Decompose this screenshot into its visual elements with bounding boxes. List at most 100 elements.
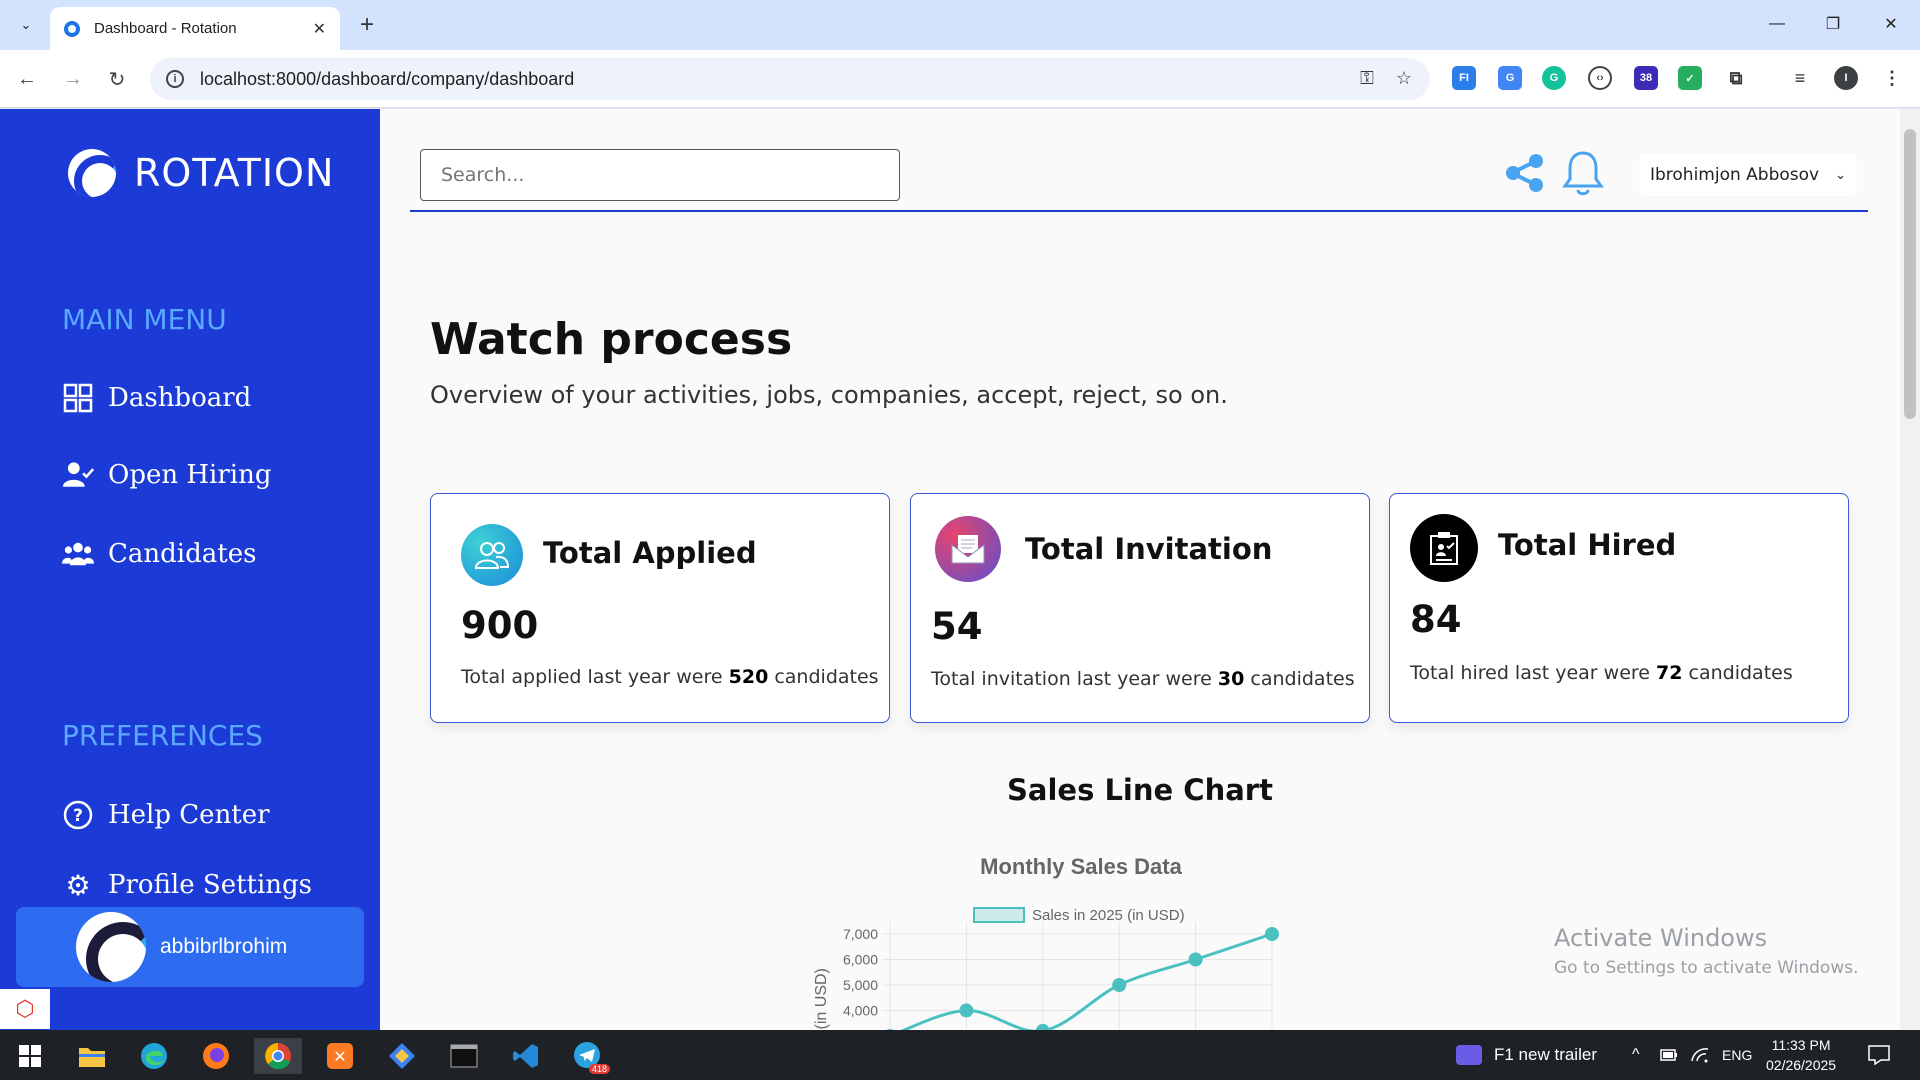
card-note-suffix: candidates (774, 666, 879, 688)
grammarly-icon[interactable]: G (1542, 66, 1566, 90)
edge-icon[interactable] (130, 1038, 178, 1074)
browser-toolbar: ← → ↻ i localhost:8000/dashboard/company… (0, 50, 1920, 108)
sidebar-item-profile-settings[interactable]: ⚙ Profile Settings (62, 868, 313, 902)
wifi-icon[interactable] (1690, 1030, 1710, 1080)
sidebar-item-candidates[interactable]: Candidates (62, 538, 256, 570)
clock[interactable]: 11:33 PM 02/26/2025 (1766, 1030, 1836, 1080)
data-point (1188, 952, 1203, 967)
card-value: 900 (461, 604, 539, 647)
show-hidden-icons[interactable]: ^ (1632, 1030, 1640, 1080)
extension-badge-icon[interactable]: 38 (1634, 66, 1658, 90)
bell-icon[interactable] (1562, 149, 1604, 202)
tab-title: Dashboard - Rotation (94, 20, 237, 37)
search-input[interactable] (420, 149, 900, 201)
language-indicator[interactable]: ENG (1722, 1030, 1752, 1080)
media-control-icon[interactable]: ≡ (1788, 66, 1812, 90)
page-title: Watch process (430, 314, 793, 365)
address-bar[interactable]: i localhost:8000/dashboard/company/dashb… (150, 58, 1430, 100)
sidebar-user-card[interactable]: abbibrlbrohim (16, 907, 364, 987)
key-icon[interactable]: ⚿ (1360, 68, 1374, 89)
data-point (1265, 927, 1279, 941)
sales-line-chart: Monthly Sales Data Sales in 2025 (in USD)… (813, 854, 1279, 1030)
series-line (900, 932, 1273, 1030)
brand-logo[interactable]: ROTATION (68, 149, 334, 197)
mail-icon (935, 516, 1001, 582)
card-value: 54 (931, 605, 983, 648)
close-icon[interactable]: ✕ (313, 19, 326, 39)
user-dropdown[interactable]: Ibrohimjon Abbosov ⌄ (1639, 154, 1857, 196)
battery-icon[interactable] (1660, 1030, 1678, 1080)
code-extension-icon[interactable]: ‹› (1588, 66, 1612, 90)
vscode-icon[interactable] (502, 1038, 550, 1074)
translate-icon[interactable]: G (1498, 66, 1522, 90)
profile-avatar-icon[interactable]: I (1834, 66, 1858, 90)
page-scrollbar[interactable] (1900, 109, 1920, 1030)
card-title: Total Hired (1498, 528, 1677, 562)
forward-icon[interactable]: → (56, 62, 90, 96)
notification-icon[interactable] (1868, 1030, 1890, 1080)
page-subtitle: Overview of your activities, jobs, compa… (430, 381, 1228, 409)
chrome-icon[interactable] (254, 1038, 302, 1074)
help-circle-icon: ? (62, 799, 94, 831)
terminal-icon[interactable] (440, 1038, 488, 1074)
card-note: Total hired last year were 72 candidates (1410, 662, 1793, 684)
kebab-menu-icon[interactable]: ⋮ (1880, 66, 1904, 90)
y-tick-label: 6,000 (843, 952, 878, 968)
close-window-icon[interactable]: ✕ (1866, 8, 1916, 40)
rotation-logo-icon (68, 149, 116, 197)
firefox-icon[interactable] (192, 1038, 240, 1074)
legend-swatch (973, 907, 1025, 923)
media-text: F1 new trailer (1494, 1045, 1597, 1064)
media-widget[interactable]: F1 new trailer (1456, 1030, 1597, 1080)
preferences-title: PREFERENCES (62, 719, 263, 752)
watermark-line-2: Go to Settings to activate Windows. (1554, 958, 1859, 978)
share-icon[interactable] (1504, 153, 1546, 198)
star-icon[interactable]: ☆ (1396, 68, 1412, 89)
clock-date: 02/26/2025 (1766, 1057, 1837, 1073)
restore-icon[interactable]: ❐ (1808, 8, 1858, 40)
card-title: Total Applied (543, 536, 757, 570)
sidebar-item-help-center[interactable]: ? Help Center (62, 799, 270, 831)
windows-start-icon[interactable] (6, 1038, 54, 1074)
xampp-icon[interactable]: ✕ (316, 1038, 364, 1074)
card-note: Total applied last year were 520 candida… (461, 666, 879, 688)
reload-icon[interactable]: ↻ (100, 62, 134, 96)
back-icon[interactable]: ← (10, 62, 44, 96)
main-menu-title: MAIN MENU (62, 303, 227, 336)
puzzle-icon[interactable]: ⧉ (1724, 66, 1748, 90)
y-axis-label: s (in USD) (813, 968, 830, 1030)
stat-card-hired: Total Hired 84 Total hired last year wer… (1389, 493, 1849, 723)
git-tool-icon[interactable] (378, 1038, 426, 1074)
minimize-icon[interactable]: — (1752, 8, 1802, 40)
gear-icon: ⚙ (65, 868, 91, 902)
sidebar-item-dashboard[interactable]: Dashboard (62, 382, 251, 414)
laravel-debug-icon[interactable]: ⬡ (0, 989, 50, 1029)
scrollbar-thumb[interactable] (1904, 129, 1916, 419)
svg-text:✕: ✕ (333, 1047, 346, 1066)
card-note-value: 72 (1656, 662, 1683, 684)
extension-f1-icon[interactable]: FI (1452, 66, 1476, 90)
sidebar-item-label: Profile Settings (108, 870, 313, 900)
main-content: Ibrohimjon Abbosov ⌄ Watch process Overv… (380, 109, 1900, 1030)
avatar (76, 912, 146, 982)
sidebar-item-open-hiring[interactable]: Open Hiring (62, 459, 271, 491)
user-check-icon (62, 459, 94, 491)
telegram-icon[interactable]: 418 (564, 1038, 612, 1074)
shield-icon[interactable]: ✓ (1678, 66, 1702, 90)
card-note-prefix: Total hired last year were (1410, 662, 1650, 684)
file-explorer-icon[interactable] (68, 1038, 116, 1074)
card-note-value: 30 (1217, 668, 1245, 690)
windows-taskbar: ✕ 418 F1 new trailer ^ ENG 11:33 PM 02/2… (0, 1030, 1920, 1080)
card-note-prefix: Total invitation last year were (931, 668, 1212, 690)
sidebar-item-label: Dashboard (108, 383, 252, 413)
sidebar-item-label: Open Hiring (108, 460, 272, 490)
browser-tab[interactable]: Dashboard - Rotation ✕ (50, 7, 340, 50)
svg-text:?: ? (73, 806, 83, 826)
card-note-value: 520 (728, 666, 769, 688)
tab-search-button[interactable]: ⌄ (10, 10, 42, 40)
chart-heading: Sales Line Chart (1007, 773, 1273, 807)
url-text: localhost:8000/dashboard/company/dashboa… (200, 68, 575, 89)
site-info-icon[interactable]: i (166, 70, 184, 88)
new-tab-button[interactable]: + (352, 10, 382, 40)
extension-badge: 38 (1639, 72, 1653, 84)
